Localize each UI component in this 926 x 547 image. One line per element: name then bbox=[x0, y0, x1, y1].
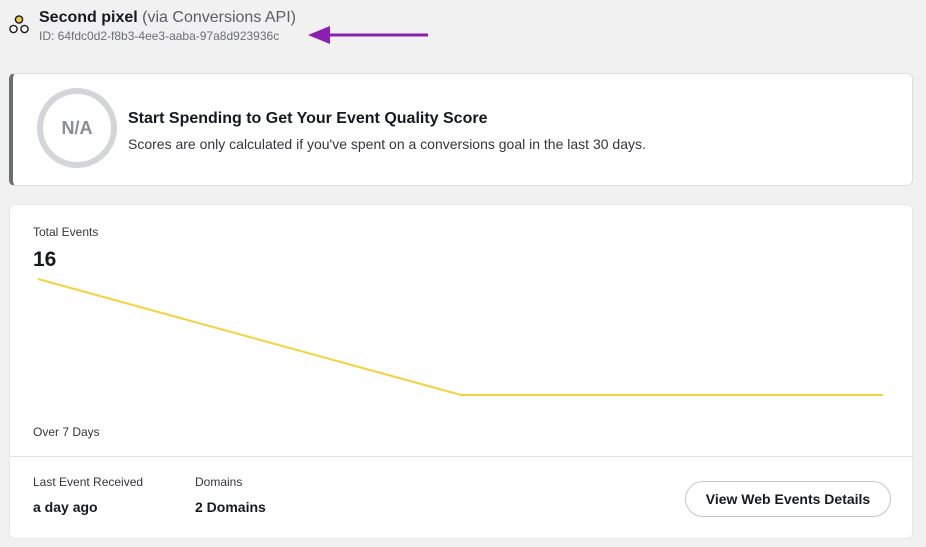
score-card-description: Scores are only calculated if you've spe… bbox=[128, 136, 646, 152]
pixel-name: Second pixel bbox=[39, 9, 138, 26]
total-events-card: Total Events 16 Over 7 Days Last Event R… bbox=[9, 204, 914, 539]
chart-period-label: Over 7 Days bbox=[33, 425, 100, 439]
total-events-chart bbox=[37, 278, 884, 396]
domains-label: Domains bbox=[195, 475, 243, 489]
event-quality-score-card: N/A Start Spending to Get Your Event Qua… bbox=[9, 73, 913, 186]
score-card-title: Start Spending to Get Your Event Quality… bbox=[128, 110, 488, 127]
domains-value: 2 Domains bbox=[195, 499, 266, 515]
pixel-title: Second pixel (via Conversions API) bbox=[39, 8, 296, 28]
pixel-header: Second pixel (via Conversions API) ID: 6… bbox=[0, 0, 926, 60]
score-value: N/A bbox=[61, 117, 93, 138]
divider bbox=[10, 456, 914, 457]
view-web-events-details-button[interactable]: View Web Events Details bbox=[685, 481, 891, 517]
last-event-label: Last Event Received bbox=[33, 475, 144, 489]
pixel-cluster-icon bbox=[9, 15, 29, 34]
last-event-value: a day ago bbox=[33, 499, 98, 515]
annotation-arrow-icon bbox=[308, 26, 428, 44]
events-series-line bbox=[37, 278, 883, 396]
pixel-id: ID: 64fdc0d2-f8b3-4ee3-aaba-97a8d923936c bbox=[39, 29, 280, 43]
total-events-value: 16 bbox=[33, 248, 57, 271]
score-ring: N/A bbox=[37, 88, 117, 168]
pixel-source: (via Conversions API) bbox=[142, 9, 296, 26]
total-events-label: Total Events bbox=[33, 225, 99, 239]
